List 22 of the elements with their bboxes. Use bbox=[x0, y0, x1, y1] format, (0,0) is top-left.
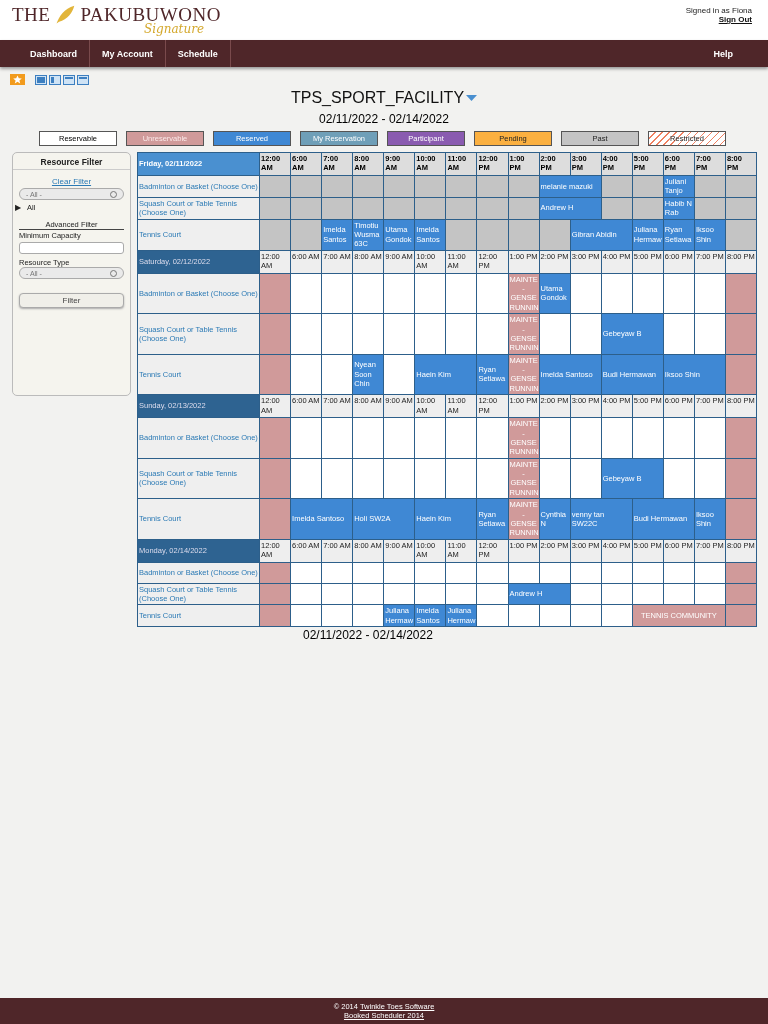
filter-title: Resource Filter bbox=[13, 155, 130, 170]
brand-name: THE bbox=[12, 4, 51, 26]
date-range: 02/11/2022 - 02/14/2022 bbox=[318, 112, 450, 126]
clear-filter-link[interactable]: Clear Filter bbox=[51, 177, 92, 186]
view-icon[interactable] bbox=[63, 74, 75, 85]
view-icon[interactable] bbox=[77, 74, 89, 85]
capacity-input[interactable] bbox=[19, 242, 124, 254]
dropdown-caret-icon[interactable] bbox=[466, 95, 478, 101]
nav-link[interactable]: Dashboard bbox=[18, 40, 90, 67]
signed-in-text: Signed in as Fiona bbox=[685, 6, 752, 15]
schedule-title: TPS_SPORT_FACILITY bbox=[290, 89, 465, 107]
help-link[interactable]: Help bbox=[701, 40, 768, 67]
view-icon[interactable] bbox=[49, 74, 61, 85]
star-icon[interactable] bbox=[10, 74, 25, 85]
feather-icon bbox=[54, 4, 77, 26]
date-range: 02/11/2022 - 02/14/2022 bbox=[303, 628, 434, 643]
filter-button[interactable]: Filter bbox=[19, 293, 124, 308]
nav-link[interactable]: My Account bbox=[90, 40, 166, 67]
nav-link[interactable]: Schedule bbox=[165, 40, 231, 67]
sign-out-link[interactable]: Sign Out bbox=[718, 15, 752, 24]
brand-tagline: Signature bbox=[144, 22, 205, 36]
view-icon[interactable] bbox=[35, 74, 47, 85]
